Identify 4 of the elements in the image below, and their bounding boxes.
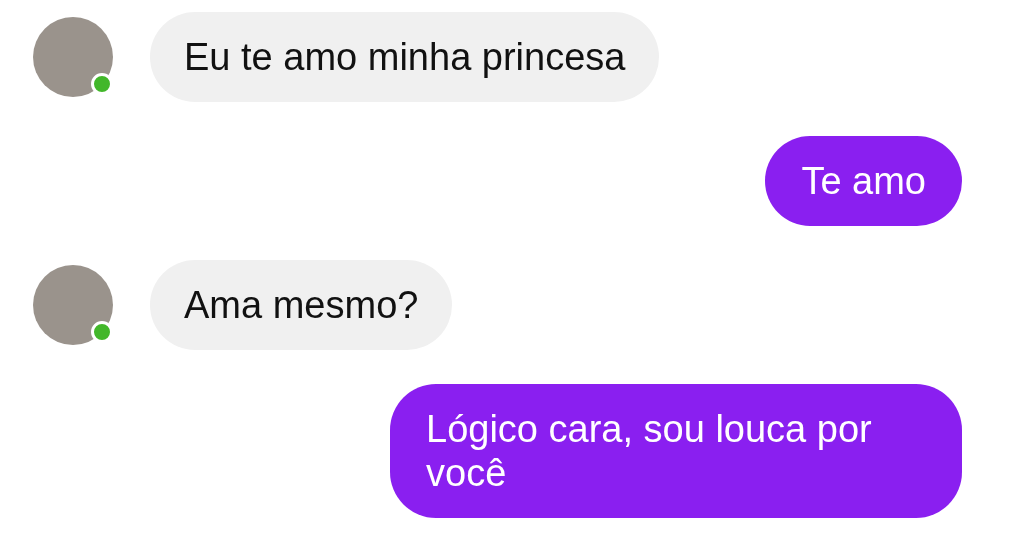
message-bubble: Eu te amo minha princesa [150,12,660,102]
message-bubble: Ama mesmo? [150,260,453,350]
message-bubble: Lógico cara, sou louca por você [390,384,962,518]
message-bubble: Te amo [765,136,962,226]
